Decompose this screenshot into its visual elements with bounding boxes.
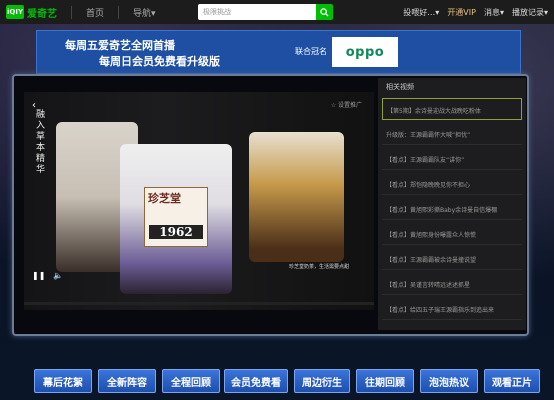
search-button[interactable]	[316, 4, 333, 20]
watch-full-button[interactable]: 观看正片	[484, 369, 540, 393]
banner-line1: 每周五爱奇艺全网首播	[65, 39, 175, 52]
past-episodes-button[interactable]: 往期回顾	[356, 369, 414, 393]
vertical-caption: 融入草本精华	[36, 110, 46, 175]
member-free-button[interactable]: 会员免费看	[224, 369, 288, 393]
video-corner-text: ☆ 设置推广	[330, 102, 362, 109]
full-review-button[interactable]: 全程回顾	[162, 369, 220, 393]
video-subtitle: 珍芝堂奶茶，生活需要点甜	[288, 264, 349, 270]
nav-menu-link[interactable]: 导航▾	[118, 5, 156, 19]
player-controls: ❚❚ 🔈	[32, 271, 63, 280]
messages-link[interactable]: 消息▾	[484, 7, 504, 18]
related-video-item[interactable]: 【第5期】余诗曼迎战大战晚吃粉体	[382, 98, 522, 120]
sponsor-label: 联合冠名	[295, 47, 327, 56]
drink-cup-right	[249, 132, 344, 262]
progress-bar[interactable]	[24, 302, 374, 305]
related-videos-panel: 相关视频 【第5期】余诗曼迎战大战晚吃粉体 升级版：王源霸霸怀大喊“担忧” 【看…	[378, 78, 526, 330]
behind-scenes-button[interactable]: 幕后花絮	[34, 369, 92, 393]
search-input[interactable]: 极限挑战	[198, 4, 316, 20]
related-video-item[interactable]: 【看点】王源霸霸队友“讲你”	[382, 148, 522, 170]
video-player[interactable]: 珍芝堂 1962 融入草本精华 ☆ 设置推广 珍芝堂奶茶，生活需要点甜 ‹ ❚❚…	[24, 92, 374, 310]
brand-name: 珍芝堂	[148, 192, 181, 205]
related-video-item[interactable]: 【看点】黄旭熙彩撕Baby余诗曼自信爆棚	[382, 198, 522, 220]
volume-icon[interactable]: 🔈	[53, 271, 63, 280]
related-video-item[interactable]: 【看点】郑恺隐晚晚见你不担心	[382, 173, 522, 195]
related-video-item[interactable]: 【看点】给四五子瑞王源霸指乐到追出来	[382, 298, 522, 320]
related-video-item[interactable]: 【看点】吴谨言转晴远述述抓星	[382, 273, 522, 295]
brand-year: 1962	[149, 225, 203, 239]
bubble-discuss-button[interactable]: 泡泡热议	[420, 369, 478, 393]
related-video-item[interactable]: 【看点】王源霸霸被余诗曼撞说望	[382, 248, 522, 270]
new-cast-button[interactable]: 全新阵容	[98, 369, 156, 393]
banner-line2: 每周日会员免费看升级版	[99, 55, 220, 68]
logo-mark: iQIY	[6, 5, 24, 19]
vip-link[interactable]: 开通VIP	[447, 7, 476, 18]
related-videos-title: 相关视频	[386, 83, 414, 91]
back-arrow-icon[interactable]: ‹	[32, 100, 36, 111]
search-icon	[320, 7, 329, 17]
nav-home-link[interactable]: 首页	[71, 5, 104, 19]
oppo-logo: oppo	[332, 37, 398, 67]
related-videos-list: 【第5期】余诗曼迎战大战晚吃粉体 升级版：王源霸霸怀大喊“担忧” 【看点】王源霸…	[382, 98, 522, 323]
promo-banner[interactable]: 每周五爱奇艺全网首播 每周日会员免费看升级版 联合冠名 oppo	[36, 30, 521, 74]
user-name-link[interactable]: 投喂好…▾	[403, 7, 439, 18]
pause-icon[interactable]: ❚❚	[32, 271, 45, 280]
merch-button[interactable]: 周边衍生	[294, 369, 350, 393]
user-menu: 投喂好…▾ 开通VIP 消息▾ 播放记录▾	[403, 0, 548, 24]
history-link[interactable]: 播放记录▾	[512, 7, 548, 18]
logo-text: 爱奇艺	[27, 8, 57, 20]
bottom-button-row: 幕后花絮 全新阵容 全程回顾 会员免费看 周边衍生 往期回顾 泡泡热议 观看正片	[0, 362, 554, 400]
related-video-item[interactable]: 升级版：王源霸霸怀大喊“担忧”	[382, 123, 522, 145]
related-video-item[interactable]: 【看点】黄旭熙身份曝露众人惊慌	[382, 223, 522, 245]
iqiyi-logo[interactable]: iQIY 爱奇艺	[6, 5, 57, 20]
